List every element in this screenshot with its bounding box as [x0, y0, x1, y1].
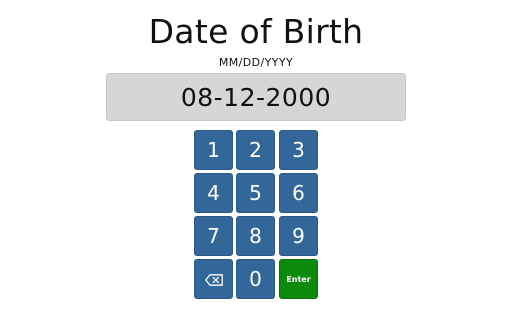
key-8[interactable]: 8: [236, 216, 275, 256]
date-format-hint: MM/DD/YYYY: [218, 56, 294, 69]
date-of-birth-display[interactable]: 08-12-2000: [106, 73, 406, 121]
backspace-button[interactable]: [194, 259, 233, 299]
enter-button[interactable]: Enter: [279, 259, 318, 299]
key-4[interactable]: 4: [194, 173, 233, 213]
key-9[interactable]: 9: [279, 216, 318, 256]
numeric-keypad: 1 2 3 4 5 6 7 8 9 0 Enter: [194, 130, 320, 300]
key-0[interactable]: 0: [236, 259, 275, 299]
page-title: Date of Birth: [148, 12, 364, 51]
backspace-icon: [205, 274, 223, 286]
key-3[interactable]: 3: [279, 130, 318, 170]
key-1[interactable]: 1: [194, 130, 233, 170]
key-7[interactable]: 7: [194, 216, 233, 256]
key-2[interactable]: 2: [236, 130, 275, 170]
key-5[interactable]: 5: [236, 173, 275, 213]
key-6[interactable]: 6: [279, 173, 318, 213]
